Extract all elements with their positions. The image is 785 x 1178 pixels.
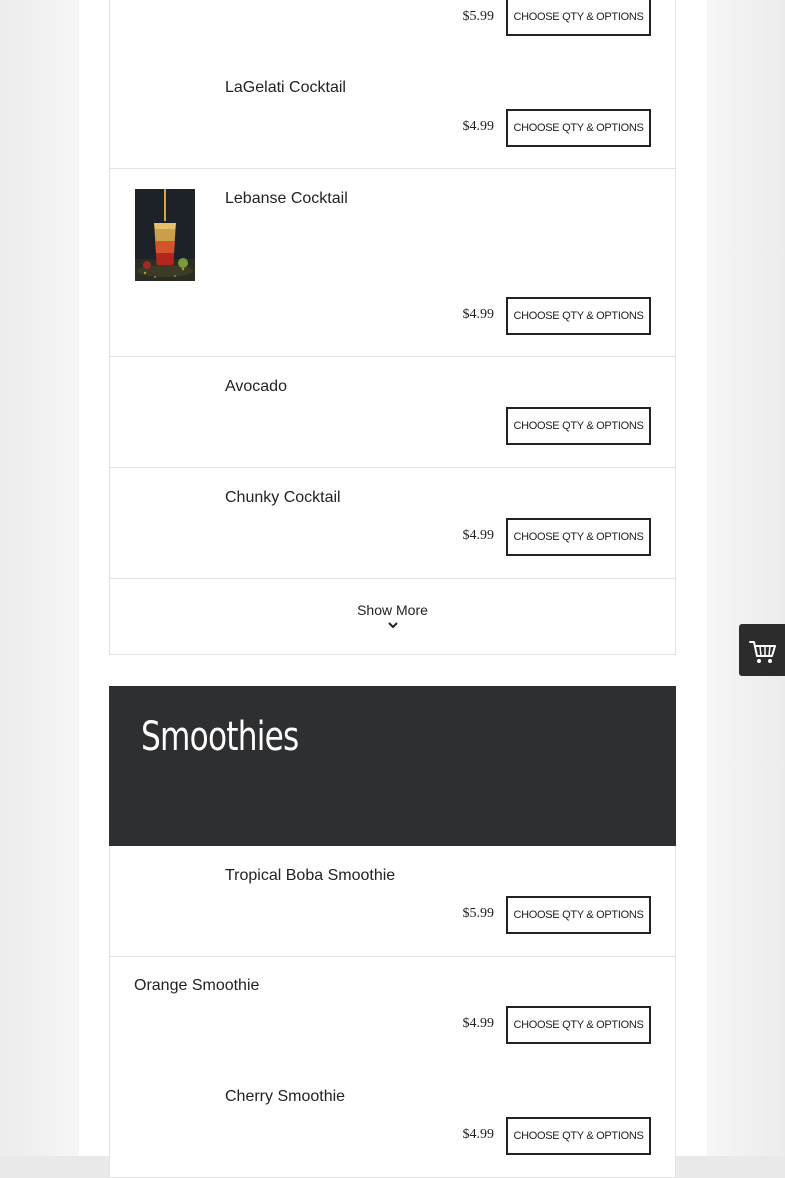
item-name: Lebanse Cocktail (225, 190, 348, 207)
item-name: Orange Smoothie (134, 977, 260, 994)
show-more-button[interactable]: Show More (109, 579, 676, 655)
menu-item: Chunky Cocktail $4.99 CHOOSE QTY & OPTIO… (109, 468, 676, 579)
item-name: Cherry Smoothie (225, 1088, 346, 1105)
item-price: $4.99 (462, 307, 495, 322)
item-name: Chunky Cocktail (225, 489, 341, 506)
item-name: LaGelati Cocktail (225, 79, 346, 96)
item-name: Tropical Boba Smoothie (225, 867, 396, 884)
choose-qty-options-button[interactable]: CHOOSE QTY & OPTIONS (506, 109, 651, 147)
item-price: $4.99 (462, 1016, 495, 1031)
menu-item: LaGelati Cocktail $4.99 CHOOSE QTY & OPT… (109, 58, 676, 169)
choose-qty-options-button[interactable]: CHOOSE QTY & OPTIONS (506, 896, 651, 934)
menu-item: Avocado CHOOSE QTY & OPTIONS (109, 357, 676, 468)
chevron-down-icon (387, 622, 398, 629)
choose-qty-options-button[interactable]: CHOOSE QTY & OPTIONS (506, 1117, 651, 1155)
choose-qty-options-button[interactable]: CHOOSE QTY & OPTIONS (506, 1006, 651, 1044)
menu-item: Orange Smoothie $4.99 CHOOSE QTY & OPTIO… (109, 957, 676, 1068)
shopping-cart-icon (749, 641, 776, 663)
item-price: $4.99 (462, 528, 495, 543)
choose-qty-options-button[interactable]: CHOOSE QTY & OPTIONS (506, 518, 651, 556)
choose-qty-options-button[interactable]: CHOOSE QTY & OPTIONS (506, 407, 651, 445)
item-price: $4.99 (462, 1127, 495, 1142)
menu-item: Cherry Smoothie $4.99 CHOOSE QTY & OPTIO… (109, 1067, 676, 1178)
item-thumbnail[interactable] (135, 189, 195, 281)
item-price: $5.99 (462, 9, 495, 24)
item-price: $5.99 (462, 906, 495, 921)
show-more-label: Show More (357, 602, 428, 618)
section-header: Smoothies (109, 686, 676, 846)
menu-item: $5.99 CHOOSE QTY & OPTIONS (109, 0, 676, 59)
item-price: $4.99 (462, 119, 495, 134)
choose-qty-options-button[interactable]: CHOOSE QTY & OPTIONS (506, 297, 651, 335)
item-name: Avocado (225, 378, 287, 395)
menu-item: Lebanse Cocktail $4.99 CHOOSE QTY & OPTI… (109, 169, 676, 357)
cart-button[interactable] (739, 624, 785, 676)
menu-item: Tropical Boba Smoothie $5.99 CHOOSE QTY … (109, 846, 676, 957)
section-title: Smoothies (141, 714, 299, 760)
cocktail-image (135, 189, 195, 281)
choose-qty-options-button[interactable]: CHOOSE QTY & OPTIONS (506, 0, 651, 36)
